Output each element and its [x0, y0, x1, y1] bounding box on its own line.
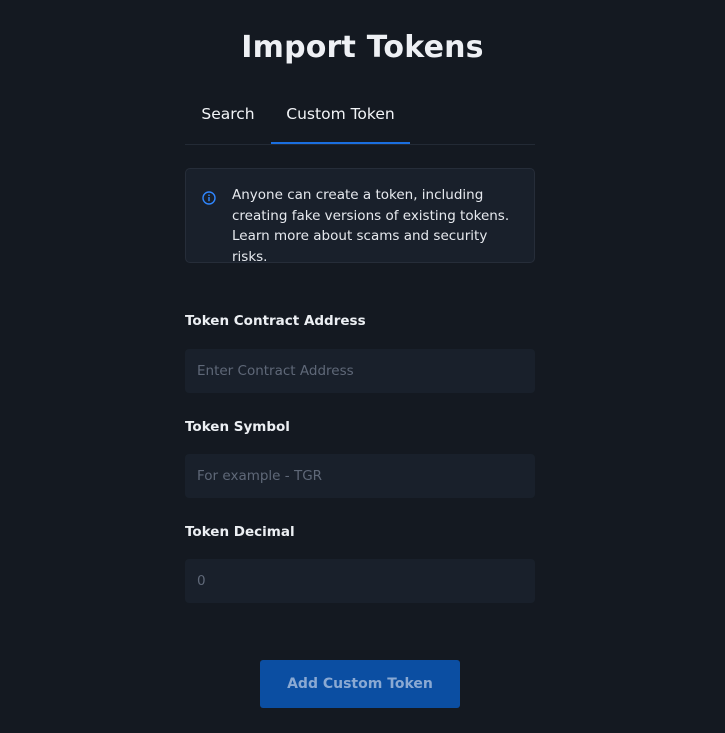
contract-address-label: Token Contract Address [185, 313, 366, 329]
add-custom-token-button[interactable]: Add Custom Token [260, 660, 460, 708]
tab-search[interactable]: Search [185, 91, 271, 143]
page-title: Import Tokens [241, 30, 484, 65]
import-tokens-page: Import Tokens Search Custom Token Anyone… [0, 0, 725, 733]
notice-text: Anyone can create a token, including cre… [232, 187, 510, 265]
tab-bar: Search Custom Token [185, 91, 535, 145]
contract-address-input[interactable] [185, 349, 535, 393]
tab-custom-token[interactable]: Custom Token [271, 91, 410, 144]
token-symbol-input[interactable] [185, 454, 535, 498]
token-symbol-label: Token Symbol [185, 419, 290, 435]
warning-notice: Anyone can create a token, including cre… [185, 168, 535, 265]
token-decimal-label: Token Decimal [185, 524, 295, 540]
info-icon [202, 191, 216, 205]
token-decimal-input[interactable] [185, 559, 535, 603]
